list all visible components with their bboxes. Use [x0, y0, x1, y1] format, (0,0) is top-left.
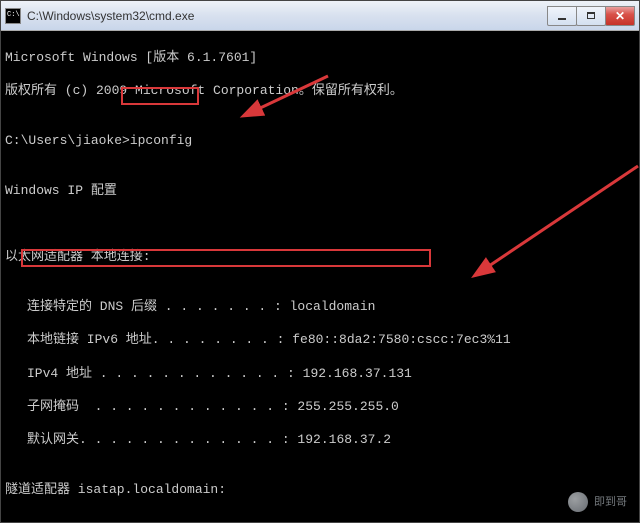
ipv4-address: IPv4 地址 . . . . . . . . . . . . : 192.16…: [5, 366, 635, 383]
os-version-line: Microsoft Windows [版本 6.1.7601]: [5, 50, 635, 67]
window-title: C:\Windows\system32\cmd.exe: [27, 9, 548, 23]
adapter-header: 隧道适配器 isatap.localdomain:: [5, 482, 635, 499]
minimize-button[interactable]: [547, 6, 577, 26]
command-text: ipconfig: [130, 133, 192, 148]
default-gateway: 默认网关. . . . . . . . . . . . . : 192.168.…: [5, 432, 635, 449]
cmd-window: C:\Windows\system32\cmd.exe ✕ Microsoft …: [0, 0, 640, 523]
subnet-mask: 子网掩码 . . . . . . . . . . . . : 255.255.2…: [5, 399, 635, 416]
minimize-icon: [558, 18, 566, 20]
dns-suffix: 连接特定的 DNS 后缀 . . . . . . . : localdomain: [5, 299, 635, 316]
ipconfig-header: Windows IP 配置: [5, 183, 635, 200]
maximize-icon: [587, 12, 595, 19]
maximize-button[interactable]: [576, 6, 606, 26]
cmd-icon: [5, 8, 21, 24]
close-icon: ✕: [615, 9, 625, 23]
watermark-icon: [568, 492, 588, 512]
window-controls: ✕: [548, 6, 635, 26]
watermark: 即到哥: [568, 492, 627, 512]
prompt-path: C:\Users\jiaoke>: [5, 133, 130, 148]
titlebar[interactable]: C:\Windows\system32\cmd.exe ✕: [1, 1, 639, 31]
terminal-output[interactable]: Microsoft Windows [版本 6.1.7601] 版权所有 (c)…: [1, 31, 639, 522]
copyright-line: 版权所有 (c) 2009 Microsoft Corporation。保留所有…: [5, 83, 635, 100]
annotation-arrow-ipv4: [431, 141, 639, 310]
close-button[interactable]: ✕: [605, 6, 635, 26]
prompt-line-1: C:\Users\jiaoke>ipconfig: [5, 133, 635, 150]
adapter-header: 以太网适配器 本地连接:: [5, 249, 635, 266]
watermark-text: 即到哥: [594, 495, 627, 509]
link-local-ipv6: 本地链接 IPv6 地址. . . . . . . . : fe80::8da2…: [5, 332, 635, 349]
